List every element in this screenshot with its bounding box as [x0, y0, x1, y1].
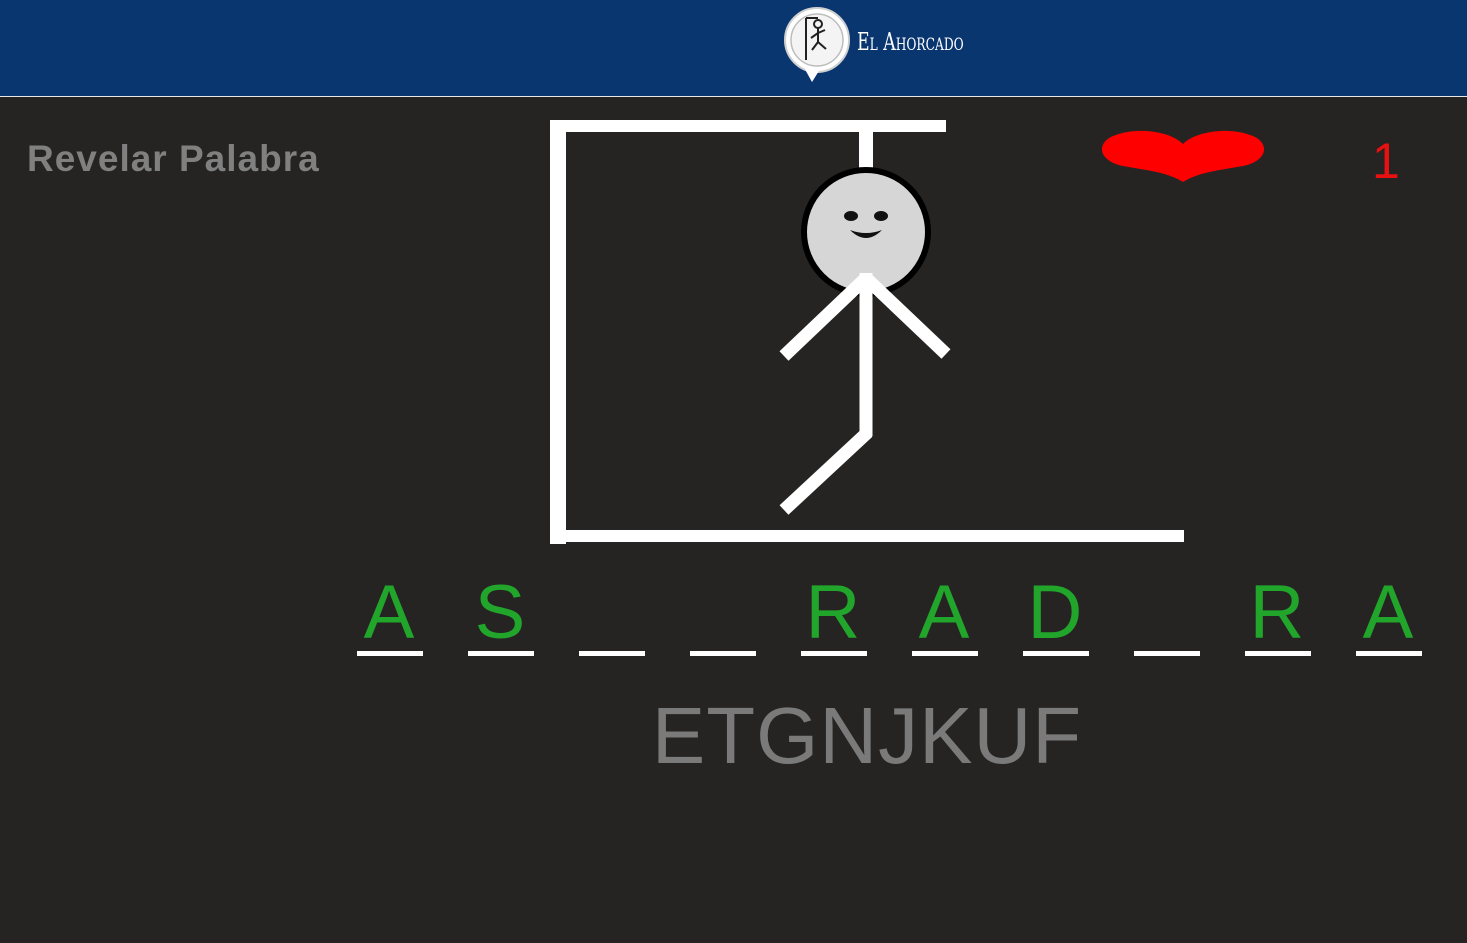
letter-slot: A [910, 572, 978, 662]
letter-slot [688, 572, 756, 662]
letter-slot: A [1354, 572, 1422, 662]
slot-underline [579, 651, 645, 656]
lives-count: 1 [1372, 133, 1400, 189]
letter-slot: R [1243, 572, 1311, 662]
slot-underline [468, 651, 534, 656]
slot-letter: R [805, 570, 861, 655]
slot-letter: S [474, 570, 526, 655]
letter-slot: S [466, 572, 534, 662]
figure-left-leg [779, 427, 873, 515]
figure-left-eye [844, 211, 858, 221]
reveal-word-button[interactable]: Revelar Palabra [27, 138, 320, 180]
letter-slot [577, 572, 645, 662]
slot-letter: A [1362, 570, 1414, 655]
slot-underline [1245, 651, 1311, 656]
slot-letter: D [1027, 570, 1083, 655]
app-title: El Ahorcado [857, 28, 964, 56]
slot-underline [1134, 651, 1200, 656]
slot-underline [357, 651, 423, 656]
letter-slot: A [355, 572, 423, 662]
slot-underline [912, 651, 978, 656]
slot-underline [801, 651, 867, 656]
figure-left-arm [779, 273, 871, 361]
letter-slot [1132, 572, 1200, 662]
heart-icon [1101, 130, 1265, 182]
figure-right-eye [874, 211, 888, 221]
hangman-logo-icon [784, 7, 850, 82]
figure-right-arm [861, 273, 951, 359]
slot-letter: R [1249, 570, 1305, 655]
top-bar: El Ahorcado [0, 0, 1467, 97]
slot-underline [1356, 651, 1422, 656]
letter-slot: D [1021, 572, 1089, 662]
slot-underline [690, 651, 756, 656]
slot-letter: A [363, 570, 415, 655]
slot-letter: A [918, 570, 970, 655]
hangman-drawing [550, 120, 1184, 544]
game-area: Revelar Palabra 1 A S R A D R A ETGNJKUF [0, 98, 1467, 943]
stick-figure [779, 167, 951, 515]
slot-underline [1023, 651, 1089, 656]
used-letters: ETGNJKUF [651, 691, 1083, 780]
letter-slot: R [799, 572, 867, 662]
